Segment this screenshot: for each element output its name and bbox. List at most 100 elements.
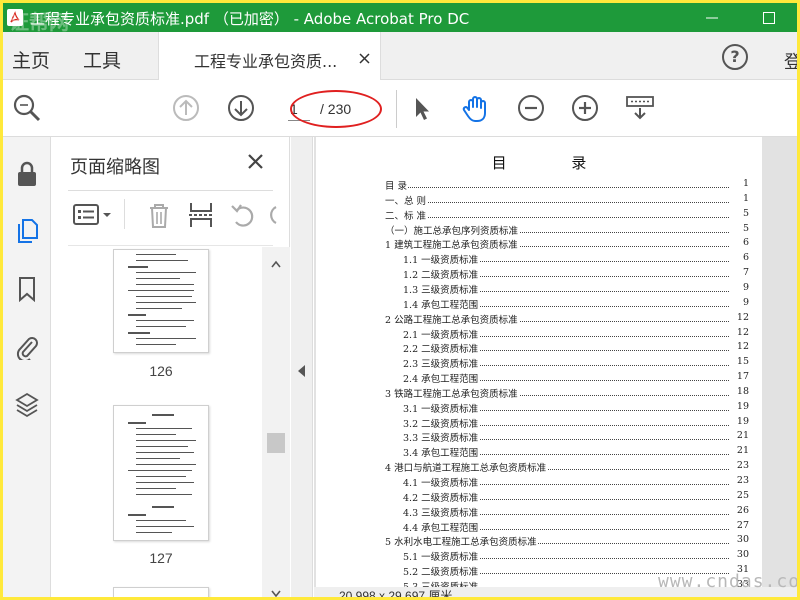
zoom-in-icon[interactable] xyxy=(569,92,601,124)
keyboard-icon[interactable] xyxy=(624,92,656,124)
close-tab-icon[interactable] xyxy=(359,49,370,68)
toc-entry[interactable]: 2.3 三级资质标准 15 xyxy=(403,356,749,371)
scroll-down-icon[interactable] xyxy=(271,583,281,597)
thumbnail-page-128[interactable] xyxy=(113,587,209,597)
rotate-right-icon[interactable] xyxy=(266,201,278,229)
options-menu-icon[interactable] xyxy=(72,201,116,229)
toc-entry-text: 4 港口与航道工程施工总承包资质标准 xyxy=(385,460,548,475)
delete-page-icon[interactable] xyxy=(144,201,174,229)
toc-entry[interactable]: 3.4 承包工程范围 21 xyxy=(403,445,749,460)
zoom-search-icon[interactable] xyxy=(11,92,43,124)
panel-divider xyxy=(68,190,273,191)
tab-bar: 主页 工具 工程专业承包资质... ? 登 xyxy=(3,32,797,80)
help-icon[interactable]: ? xyxy=(722,44,748,70)
toc-entry[interactable]: 一、总 则 1 xyxy=(385,192,749,207)
toc-entry[interactable]: （一）施工总承包序列资质标准 5 xyxy=(385,222,749,237)
toc-entry[interactable]: 1.2 二级资质标准 7 xyxy=(403,267,749,282)
attachment-icon[interactable] xyxy=(7,326,47,366)
thumbnail-label: 127 xyxy=(149,550,173,566)
document-view: 目 录 目 录 1 一、总 则 1 二、标 准 5 （一）施工总承包序列资质标准 5 1 建筑工… xyxy=(314,137,797,597)
toc-entry[interactable]: 1.3 三级资质标准 9 xyxy=(403,281,749,296)
toc-entry-page: 30 xyxy=(729,549,749,561)
left-rail xyxy=(3,137,51,597)
toc-entry[interactable]: 3.1 一级资质标准 19 xyxy=(403,400,749,415)
toc-entry-text: 一、总 则 xyxy=(385,192,428,207)
toolbar-separator xyxy=(396,90,397,128)
tab-home[interactable]: 主页 xyxy=(12,46,50,73)
thumbnails-panel: 页面缩略图 126 127 xyxy=(52,137,290,597)
thumbnail-label: 126 xyxy=(149,363,173,379)
toc-entry[interactable]: 3 铁路工程施工总承包资质标准 18 xyxy=(385,385,749,400)
collapse-left-icon xyxy=(298,365,305,377)
toc-entry-page: 26 xyxy=(729,504,749,516)
toc-entry-page: 1 xyxy=(729,178,749,189)
toc-entry[interactable]: 3.3 三级资质标准 21 xyxy=(403,430,749,445)
toc-entry-page: 30 xyxy=(729,534,749,546)
toc-entry[interactable]: 5.1 一级资质标准 30 xyxy=(403,549,749,564)
toc-entry-text: 1 建筑工程施工总承包资质标准 xyxy=(385,237,519,252)
thumbnail-page-126[interactable] xyxy=(113,249,209,353)
toc-entry-text: 4.1 一级资质标准 xyxy=(403,475,480,489)
tab-document[interactable]: 工程专业承包资质... xyxy=(158,32,381,80)
toolbar: / 230 xyxy=(3,80,797,137)
panel-divider-2 xyxy=(68,245,273,246)
toc-entry[interactable]: 1 建筑工程施工总承包资质标准 6 xyxy=(385,237,749,252)
close-panel-icon[interactable] xyxy=(248,154,263,173)
thumbnail-page-127[interactable] xyxy=(113,405,209,541)
toc-entry-page: 19 xyxy=(729,415,749,427)
toc-entry[interactable]: 4.4 承包工程范围 27 xyxy=(403,519,749,534)
tab-document-label: 工程专业承包资质... xyxy=(194,52,338,71)
lock-icon[interactable] xyxy=(7,153,47,193)
toc-entry-text: 3.1 一级资质标准 xyxy=(403,400,480,415)
layers-icon[interactable] xyxy=(7,384,47,424)
maximize-button[interactable] xyxy=(746,3,792,32)
page-up-icon[interactable] xyxy=(170,92,202,124)
panel-collapse-handle[interactable] xyxy=(291,137,313,597)
toc-entry[interactable]: 4 港口与航道工程施工总承包资质标准 23 xyxy=(385,460,749,475)
toc-entry[interactable]: 4.2 二级资质标准 25 xyxy=(403,489,749,504)
toc-entry[interactable]: 二、标 准 5 xyxy=(385,207,749,222)
page-size: 20.998 x 29.697 厘米 xyxy=(339,589,453,597)
toc-entry-text: 2 公路工程施工总承包资质标准 xyxy=(385,311,519,326)
toc-entry-text: 二、标 准 xyxy=(385,207,428,222)
toc-entry-page: 18 xyxy=(729,385,749,397)
tab-tools[interactable]: 工具 xyxy=(83,46,121,73)
toc-entry[interactable]: 5 水利水电工程施工总承包资质标准 30 xyxy=(385,534,749,549)
scroll-up-icon[interactable] xyxy=(271,253,281,272)
toc-entry-text: 2.2 二级资质标准 xyxy=(403,341,480,356)
scroll-thumb[interactable] xyxy=(267,433,285,453)
toc-entry[interactable]: 2.4 承包工程范围 17 xyxy=(403,371,749,386)
bookmark-icon[interactable] xyxy=(7,268,47,308)
toc-entry[interactable]: 2.1 一级资质标准 12 xyxy=(403,326,749,341)
document-page[interactable]: 目 录 目 录 1 一、总 则 1 二、标 准 5 （一）施工总承包序列资质标准 5 1 建筑工… xyxy=(316,137,762,593)
page-thumbnails-icon[interactable] xyxy=(7,210,47,250)
toc-entry-page: 23 xyxy=(729,475,749,486)
toc-entry[interactable]: 4.3 三级资质标准 26 xyxy=(403,504,749,519)
toc-entry-page: 6 xyxy=(729,237,749,249)
toc-entry[interactable]: 1.1 一级资质标准 6 xyxy=(403,252,749,267)
toc-entry[interactable]: 2.2 二级资质标准 12 xyxy=(403,341,749,356)
toc-entry-text: 2.1 一级资质标准 xyxy=(403,326,480,341)
select-arrow-icon[interactable] xyxy=(406,92,438,124)
toc-entry-text: 5.2 二级资质标准 xyxy=(403,564,480,579)
toc-entry-page: 19 xyxy=(729,400,749,412)
acrobat-window: 证帮网 工程专业承包资质标准.pdf （已加密） - Adobe Acrobat… xyxy=(3,3,797,597)
hand-icon[interactable] xyxy=(460,92,492,124)
toc-entry-text: 5 水利水电工程施工总承包资质标准 xyxy=(385,534,538,549)
toc-entry[interactable]: 4.1 一级资质标准 23 xyxy=(403,475,749,489)
page-down-icon[interactable] xyxy=(225,92,257,124)
toc-entry-page: 9 xyxy=(729,281,749,293)
minimize-button[interactable] xyxy=(689,3,735,32)
toc-entry[interactable]: 2 公路工程施工总承包资质标准 12 xyxy=(385,311,749,326)
toc-entry[interactable]: 目 录 1 xyxy=(385,178,749,192)
watermark-bottom: www.cndas.com xyxy=(658,571,797,592)
toc-entry[interactable]: 1.4 承包工程范围 9 xyxy=(403,296,749,311)
panel-toolbar xyxy=(68,197,278,233)
rotate-left-icon[interactable] xyxy=(228,201,258,229)
login-button[interactable]: 登 xyxy=(784,48,797,74)
split-page-icon[interactable] xyxy=(186,201,216,229)
toc-entry[interactable]: 3.2 二级资质标准 19 xyxy=(403,415,749,430)
toc-entry-page: 5 xyxy=(729,222,749,234)
thumbnail-scrollbar[interactable] xyxy=(262,247,290,597)
zoom-out-icon[interactable] xyxy=(515,92,547,124)
